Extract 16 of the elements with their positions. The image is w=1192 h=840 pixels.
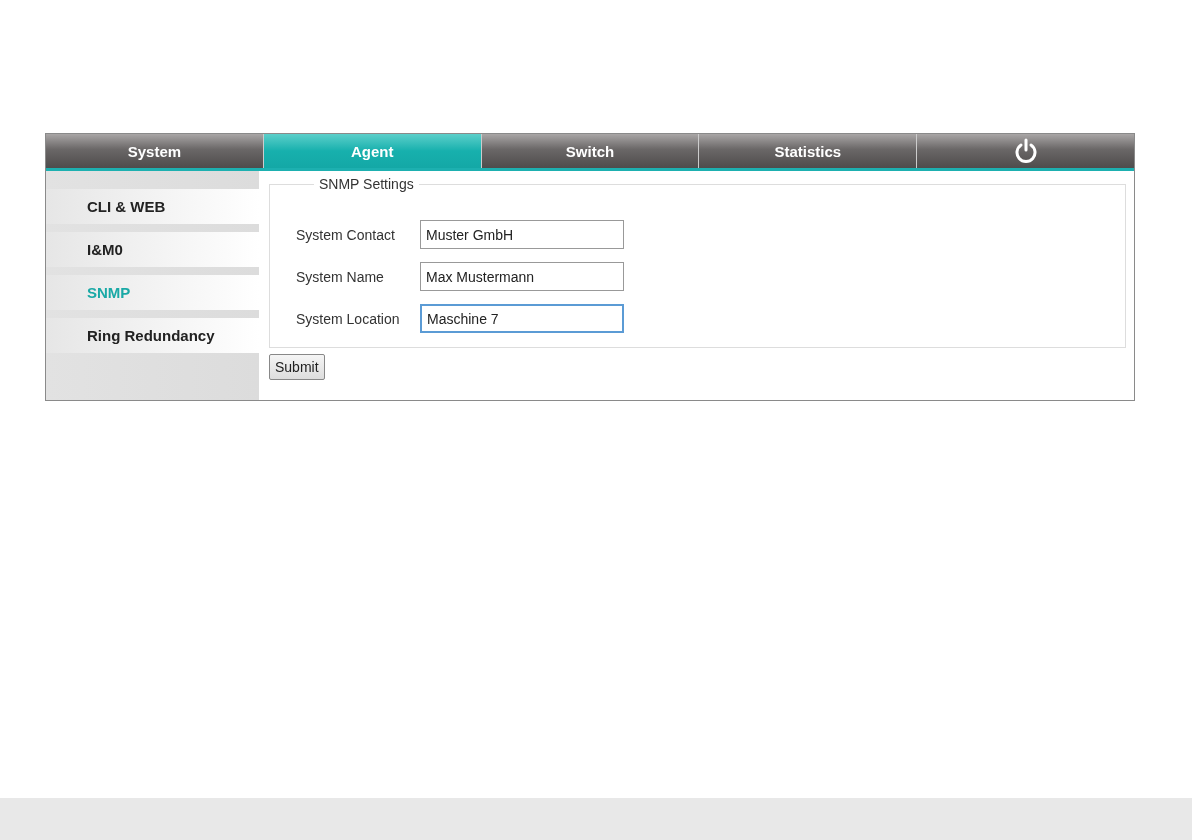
sidebar-item[interactable]: I&M0 [46,232,259,267]
power-icon [1013,138,1038,164]
nav-tab[interactable]: System [46,134,263,168]
input-field[interactable]: Muster GmbH [420,220,624,249]
field-label: System Contact [296,226,396,243]
power-tab[interactable] [916,134,1134,168]
field-label: System Location [296,310,401,327]
sidebar-item[interactable]: CLI & WEB [46,189,259,224]
sidebar-item[interactable]: Ring Redundancy [46,318,259,353]
nav-tab[interactable]: Statistics [698,134,917,168]
field-label: System Name [296,268,385,285]
input-field[interactable]: Maschine 7 [420,304,624,333]
nav-tab[interactable]: Switch [480,134,699,168]
submit-button[interactable]: Submit [269,354,325,380]
input-field[interactable]: Max Mustermann [420,262,624,291]
group-title: SNMP Settings [318,176,415,192]
